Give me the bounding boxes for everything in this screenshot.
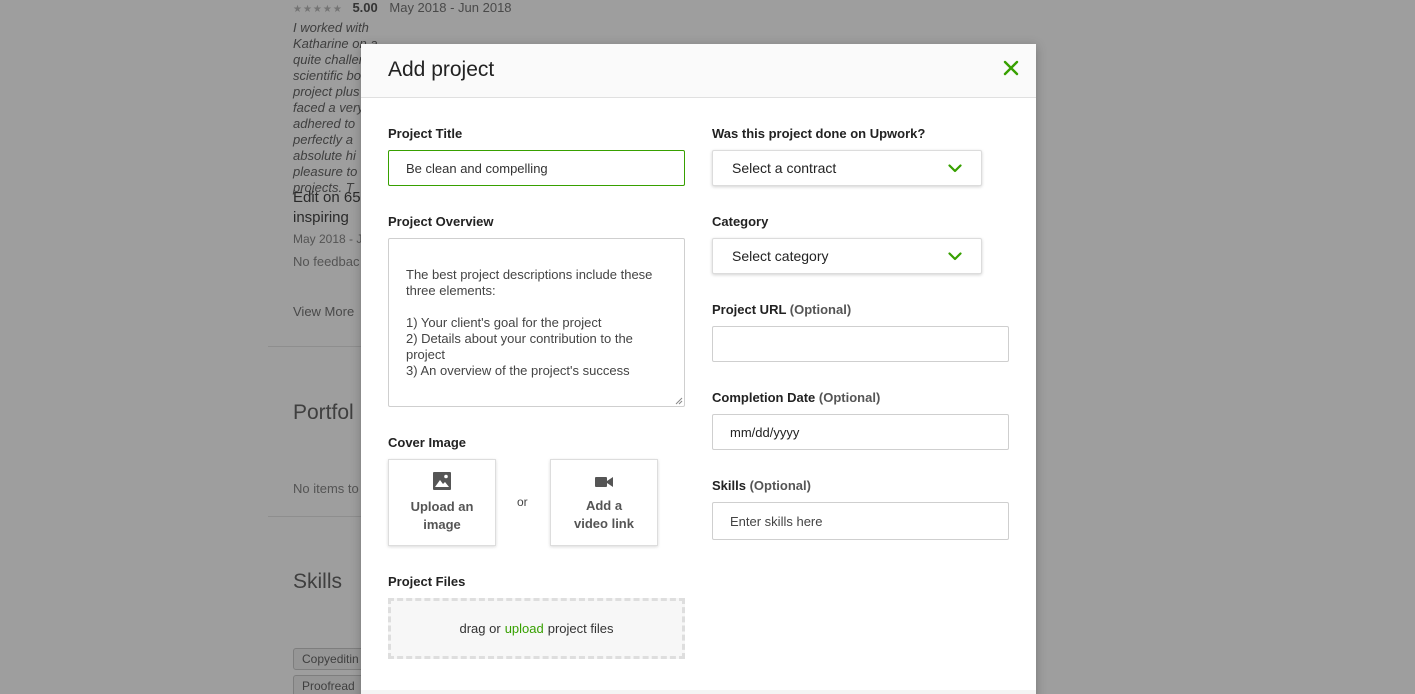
project-url-label: Project URL (Optional) (712, 302, 851, 317)
upwork-contract-label: Was this project done on Upwork? (712, 126, 926, 141)
project-url-input[interactable] (712, 326, 1009, 362)
project-files-label: Project Files (388, 574, 466, 589)
dropzone-text: drag or (459, 621, 501, 636)
skills-label-text: Skills (712, 478, 746, 493)
modal-header: Add project (361, 44, 1036, 98)
optional-tag: (Optional) (818, 390, 881, 405)
add-video-link-button[interactable]: Add a video link (550, 459, 658, 546)
category-select[interactable]: Select category (712, 238, 982, 274)
cover-image-label: Cover Image (388, 435, 467, 450)
category-select-value: Select category (732, 248, 829, 264)
resize-grip-icon[interactable] (675, 397, 683, 405)
completion-date-label: Completion Date (Optional) (712, 390, 880, 405)
project-overview-textarea[interactable]: The best project descriptions include th… (388, 238, 685, 407)
skills-input[interactable]: Enter skills here (712, 502, 1009, 540)
video-camera-icon (595, 477, 613, 487)
project-url-label-text: Project URL (712, 302, 787, 317)
modal-footer (361, 690, 1036, 694)
optional-tag: (Optional) (749, 478, 811, 493)
add-project-modal: Add project Project Title Be clean and c… (361, 44, 1036, 694)
contract-select-value: Select a contract (732, 160, 837, 176)
upload-image-label: Upload an image (410, 499, 474, 532)
modal-title: Add project (388, 58, 495, 81)
upload-link[interactable]: upload (505, 621, 544, 636)
completion-date-label-text: Completion Date (712, 390, 816, 405)
category-label: Category (712, 214, 769, 229)
project-overview-label: Project Overview (388, 214, 494, 229)
image-icon (433, 472, 451, 490)
close-icon[interactable] (1002, 59, 1020, 77)
contract-select[interactable]: Select a contract (712, 150, 982, 186)
add-video-label: Add a video link (574, 498, 634, 531)
file-dropzone[interactable]: drag or upload project files (388, 598, 685, 659)
project-title-input[interactable]: Be clean and compelling (388, 150, 685, 186)
chevron-down-icon (948, 251, 962, 260)
project-overview-placeholder: The best project descriptions include th… (406, 267, 653, 378)
completion-date-input[interactable]: mm/dd/yyyy (712, 414, 1009, 450)
optional-tag: (Optional) (789, 302, 852, 317)
skills-label: Skills (Optional) (712, 478, 811, 493)
upload-image-button[interactable]: Upload an image (388, 459, 496, 546)
chevron-down-icon (948, 163, 962, 172)
dropzone-text-suffix: project files (547, 621, 614, 636)
project-title-label: Project Title (388, 126, 463, 141)
or-text: or (517, 495, 528, 509)
